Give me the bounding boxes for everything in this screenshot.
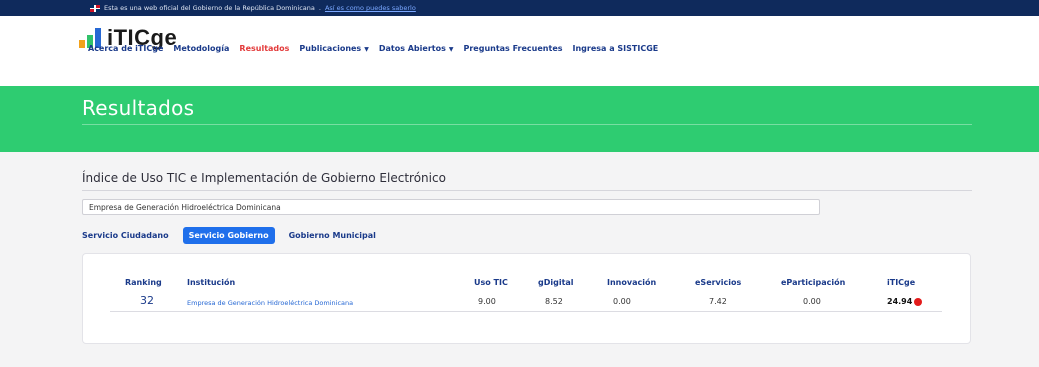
nav-item-resultados[interactable]: Resultados — [239, 44, 289, 53]
page-banner: Resultados — [0, 86, 1039, 152]
nav-item-preguntas[interactable]: Preguntas Frecuentes — [463, 44, 562, 53]
caret-down-icon: ▼ — [364, 46, 369, 53]
column-header-eservicios: eServicios — [695, 278, 742, 287]
cell-eservicios: 7.42 — [709, 297, 727, 306]
nav-item-publicaciones-label: Publicaciones — [299, 44, 362, 53]
status-dot-icon — [914, 297, 923, 306]
tab-servicio-gobierno[interactable]: Servicio Gobierno — [182, 227, 275, 244]
cell-uso-tic: 9.00 — [478, 297, 496, 306]
service-tabs: Servicio Ciudadano Servicio Gobierno Gob… — [82, 227, 382, 244]
nav-item-datos-abiertos-label: Datos Abiertos — [378, 44, 446, 53]
nav-item-datos-abiertos[interactable]: Datos Abiertos ▼ — [379, 44, 454, 53]
section-title: Índice de Uso TIC e Implementación de Go… — [82, 171, 446, 185]
nav-item-acerca[interactable]: Acerca de iTICge — [88, 44, 163, 53]
nav-item-metodologia[interactable]: Metodología — [173, 44, 229, 53]
banner-divider — [82, 124, 972, 125]
institution-select[interactable]: Empresa de Generación Hidroeléctrica Dom… — [82, 199, 820, 215]
column-header-eparticipacion: eParticipación — [781, 278, 846, 287]
column-header-iticge: iTICge — [887, 278, 916, 287]
page-title: Resultados — [82, 96, 195, 120]
tab-servicio-ciudadano[interactable]: Servicio Ciudadano — [82, 227, 175, 244]
tab-gobierno-municipal[interactable]: Gobierno Municipal — [283, 227, 382, 244]
main-nav: Acerca de iTICge Metodología Resultados … — [88, 44, 658, 53]
section-divider — [82, 190, 972, 191]
cell-eparticipacion: 0.00 — [803, 297, 821, 306]
cell-gdigital: 8.52 — [545, 297, 563, 306]
column-header-ranking: Ranking — [125, 278, 162, 287]
cell-institucion-link[interactable]: Empresa de Generación Hidroeléctrica Dom… — [187, 299, 353, 307]
nav-item-sisticge[interactable]: Ingresa a SISTICGE — [573, 44, 659, 53]
cell-innovacion: 0.00 — [613, 297, 631, 306]
cell-iticge-value: 24.94 — [887, 297, 913, 306]
dominican-flag-icon — [90, 4, 100, 12]
row-divider — [110, 311, 942, 312]
column-header-uso-tic: Uso TIC — [474, 278, 508, 287]
column-header-institucion: Institución — [187, 278, 236, 287]
caret-down-icon: ▼ — [448, 46, 454, 53]
nav-item-publicaciones[interactable]: Publicaciones ▼ — [299, 44, 368, 53]
gov-notice-link[interactable]: Así es como puedes saberlo — [325, 4, 416, 12]
gov-notice-text: Esta es una web oficial del Gobierno de … — [104, 4, 315, 12]
gov-notice-bar: Esta es una web oficial del Gobierno de … — [0, 0, 1039, 16]
column-header-gdigital: gDigital — [538, 278, 574, 287]
cell-iticge: 24.94 — [887, 297, 923, 306]
cell-ranking: 32 — [140, 294, 154, 307]
column-header-innovacion: Innovación — [607, 278, 657, 287]
